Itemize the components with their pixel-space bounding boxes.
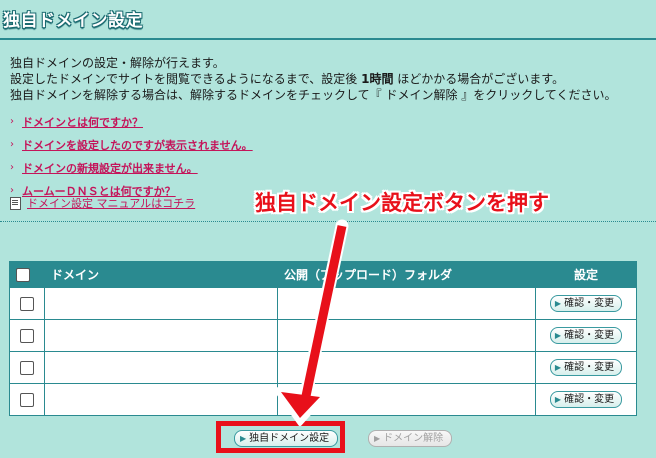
intro-line-3: 独自ドメインを解除する場合は、解除するドメインをチェックして『 ドメイン解除 』… — [10, 88, 617, 102]
confirm-change-button[interactable]: ▶ 確認・変更 — [549, 391, 623, 408]
play-triangle-icon: ▶ — [554, 331, 562, 340]
confirm-change-button[interactable]: ▶ 確認・変更 — [549, 295, 623, 312]
table-header-row: ドメイン 公開（アップロード）フォルダ 設定 — [9, 261, 637, 288]
play-triangle-icon: ▶ — [374, 434, 381, 443]
folder-cell — [277, 287, 536, 320]
manual-link[interactable]: ドメイン設定 マニュアルはコチラ — [27, 195, 195, 211]
document-icon — [10, 196, 21, 210]
faq-link-row: › ドメインの新規設定が出来ません。 — [10, 156, 253, 179]
remove-domain-label: ドメイン解除 — [383, 433, 444, 444]
faq-links: › ドメインとは何ですか？ › ドメインを設定したのですが表示されません。 › ドメイ… — [10, 110, 253, 202]
folder-cell — [277, 383, 536, 416]
page-header: 独自ドメイン設定 — [0, 0, 656, 40]
domain-cell — [44, 287, 278, 320]
intro-line-2-post: ほどかかる場合がございます。 — [393, 72, 565, 86]
row-checkbox[interactable] — [20, 296, 34, 311]
intro-line-2-pre: 設定したドメインでサイトを閲覧できるようになるまで、設定後 — [10, 72, 362, 86]
setting-cell: ▶ 確認・変更 — [535, 383, 637, 416]
select-all-header — [9, 261, 45, 288]
table-row: ▶ 確認・変更 — [9, 287, 637, 320]
domain-table: ドメイン 公開（アップロード）フォルダ 設定 ▶ 確認・変更 ▶ 確認・変更 ▶ 確認… — [9, 261, 637, 416]
confirm-change-label: 確認・変更 — [564, 298, 615, 309]
table-row: ▶ 確認・変更 — [9, 383, 637, 416]
section-divider — [0, 221, 656, 222]
domain-cell — [44, 319, 278, 352]
annotation-text: 独自ドメイン設定ボタンを押す — [255, 191, 549, 215]
play-triangle-icon: ▶ — [554, 363, 562, 372]
intro-text: 独自ドメインの設定・解除が行えます。 設定したドメインでサイトを閲覧できるように… — [10, 55, 617, 103]
row-checkbox-cell — [9, 287, 45, 320]
intro-line-1: 独自ドメインの設定・解除が行えます。 — [10, 56, 225, 70]
intro-line-2-bold: 1時間 — [361, 72, 394, 86]
table-row: ▶ 確認・変更 — [9, 319, 637, 352]
faq-link-row: › ドメインを設定したのですが表示されません。 — [10, 133, 253, 156]
domain-cell — [44, 351, 278, 384]
link-bullet-icon: › — [10, 139, 14, 150]
page-title: 独自ドメイン設定 — [3, 11, 143, 31]
confirm-change-label: 確認・変更 — [564, 394, 615, 405]
play-triangle-icon: ▶ — [554, 395, 562, 404]
link-bullet-icon: › — [10, 116, 14, 127]
intro-line-2: 設定したドメインでサイトを閲覧できるようになるまで、設定後 1時間 ほどかかる場… — [10, 71, 617, 87]
folder-cell — [277, 319, 536, 352]
play-triangle-icon: ▶ — [554, 299, 562, 308]
link-bullet-icon: › — [10, 162, 14, 173]
row-checkbox-cell — [9, 383, 45, 416]
row-checkbox[interactable] — [20, 360, 34, 375]
row-checkbox[interactable] — [20, 392, 34, 407]
folder-cell — [277, 351, 536, 384]
confirm-change-label: 確認・変更 — [564, 330, 615, 341]
domain-column-header: ドメイン — [44, 261, 278, 288]
remove-domain-button[interactable]: ▶ ドメイン解除 — [368, 430, 453, 447]
faq-link-row: › ドメインとは何ですか？ — [10, 110, 253, 133]
highlight-box — [216, 421, 345, 453]
faq-link-not-displayed[interactable]: ドメインを設定したのですが表示されません。 — [22, 137, 253, 153]
setting-column-header: 設定 — [535, 261, 637, 288]
faq-link-what-is-domain[interactable]: ドメインとは何ですか？ — [22, 114, 143, 130]
domain-cell — [44, 383, 278, 416]
row-checkbox-cell — [9, 351, 45, 384]
manual-link-row: ドメイン設定 マニュアルはコチラ — [10, 195, 195, 211]
setting-cell: ▶ 確認・変更 — [535, 351, 637, 384]
row-checkbox-cell — [9, 319, 45, 352]
setting-cell: ▶ 確認・変更 — [535, 319, 637, 352]
select-all-checkbox[interactable] — [16, 267, 30, 282]
setting-cell: ▶ 確認・変更 — [535, 287, 637, 320]
confirm-change-label: 確認・変更 — [564, 362, 615, 373]
confirm-change-button[interactable]: ▶ 確認・変更 — [549, 359, 623, 376]
faq-link-cannot-setup[interactable]: ドメインの新規設定が出来ません。 — [22, 160, 198, 176]
table-row: ▶ 確認・変更 — [9, 351, 637, 384]
folder-column-header: 公開（アップロード）フォルダ — [277, 261, 536, 288]
confirm-change-button[interactable]: ▶ 確認・変更 — [549, 327, 623, 344]
row-checkbox[interactable] — [20, 328, 34, 343]
